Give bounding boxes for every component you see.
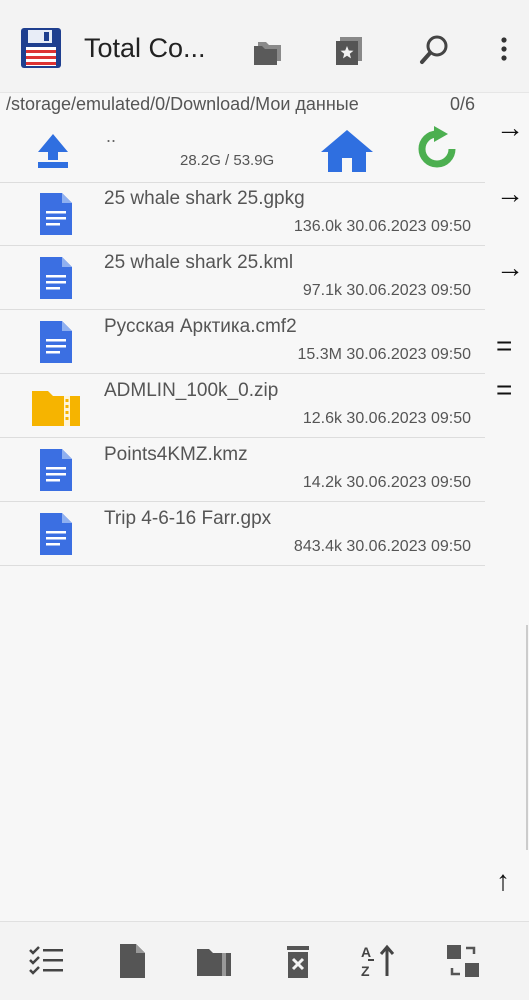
document-icon [38,319,74,365]
copy-arrow-icon[interactable]: → [496,254,524,282]
file-date: 30.06.2023 [346,410,427,427]
file-name: 25 whale shark 25.gpkg [104,188,305,209]
file-meta: 97.1k 30.06.2023 09:50 [303,282,471,300]
file-time: 09:50 [430,218,471,235]
up-directory-icon[interactable] [36,132,70,170]
file-time: 09:50 [430,538,471,555]
file-size: 97.1k [302,282,342,299]
file-date: 30.06.2023 [346,538,427,555]
document-icon [38,511,74,557]
new-file-icon[interactable] [113,942,151,980]
file-time: 09:50 [430,282,471,299]
right-panel-strip[interactable]: → → → = = ↑ [486,92,529,912]
file-row[interactable]: 25 whale shark 25.kml 97.1k 30.06.2023 0… [0,246,485,310]
folders-icon[interactable] [250,32,286,68]
more-options-icon[interactable] [486,32,522,68]
file-size: 15.3M [297,346,342,363]
equal-icon[interactable]: = [496,376,512,404]
file-name: 25 whale shark 25.kml [104,252,294,273]
equal-icon[interactable]: = [496,332,512,360]
file-time: 09:50 [430,346,471,363]
search-icon[interactable] [417,32,453,68]
file-row[interactable]: ADMLIN_100k_0.zip 12.6k 30.06.2023 09:50 [0,374,485,438]
bookmarks-icon[interactable] [331,32,367,68]
current-path: /storage/emulated/0/Download/Мои данные [6,94,359,114]
file-size: 12.6k [302,410,342,427]
scrollbar[interactable] [526,625,528,850]
file-row[interactable]: 25 whale shark 25.gpkg 136.0k 30.06.2023… [0,182,485,246]
select-list-icon[interactable] [28,942,66,980]
storage-usage: 28.2G / 53.9G [180,152,275,169]
file-row[interactable]: Trip 4-6-16 Farr.gpx 843.4k 30.06.2023 0… [0,502,485,566]
document-icon [38,191,74,237]
file-size: 136.0k [293,218,342,235]
file-date: 30.06.2023 [346,474,427,491]
file-row[interactable]: Points4KMZ.kmz 14.2k 30.06.2023 09:50 [0,438,485,502]
document-icon [38,447,74,493]
app-bar: Total Co... [0,0,529,93]
refresh-icon[interactable] [414,126,460,172]
file-meta: 14.2k 30.06.2023 09:50 [303,474,471,492]
svg-text:A: A [361,944,371,960]
svg-text:Z: Z [361,963,370,979]
file-meta: 136.0k 30.06.2023 09:50 [294,218,471,236]
file-size: 843.4k [293,538,342,555]
parent-directory-row[interactable]: .. 28.2G / 53.9G [0,120,485,183]
document-icon [38,255,74,301]
parent-directory-label: .. [106,126,117,146]
zip-folder-icon [30,383,82,429]
file-size: 14.2k [302,474,342,491]
app-title: Total Co... [84,33,206,63]
file-date: 30.06.2023 [346,218,427,235]
file-date: 30.06.2023 [346,346,427,363]
copy-arrow-icon[interactable]: → [496,180,524,208]
path-bar: /storage/emulated/0/Download/Мои данные … [0,92,485,118]
file-time: 09:50 [430,410,471,427]
selection-count: 0/6 [449,94,475,114]
floppy-disk-icon[interactable] [20,27,62,69]
file-name: Trip 4-6-16 Farr.gpx [104,508,272,529]
file-meta: 15.3M 30.06.2023 09:50 [298,346,472,364]
file-name: Русская Арктика.cmf2 [104,316,297,337]
file-row[interactable]: Русская Арктика.cmf2 15.3M 30.06.2023 09… [0,310,485,374]
bottom-toolbar: A Z [0,921,529,1000]
home-icon[interactable] [320,128,374,174]
file-meta: 12.6k 30.06.2023 09:50 [303,410,471,428]
file-name: Points4KMZ.kmz [104,444,248,465]
swap-panels-icon[interactable] [444,942,482,980]
file-date: 30.06.2023 [346,282,427,299]
delete-icon[interactable] [279,942,317,980]
sort-icon[interactable]: A Z [359,942,397,980]
archive-folder-icon[interactable] [195,942,233,980]
file-meta: 843.4k 30.06.2023 09:50 [294,538,471,556]
copy-arrow-icon[interactable]: → [496,114,524,142]
file-name: ADMLIN_100k_0.zip [104,380,279,401]
file-time: 09:50 [430,474,471,491]
scroll-up-arrow-icon[interactable]: ↑ [496,867,510,895]
